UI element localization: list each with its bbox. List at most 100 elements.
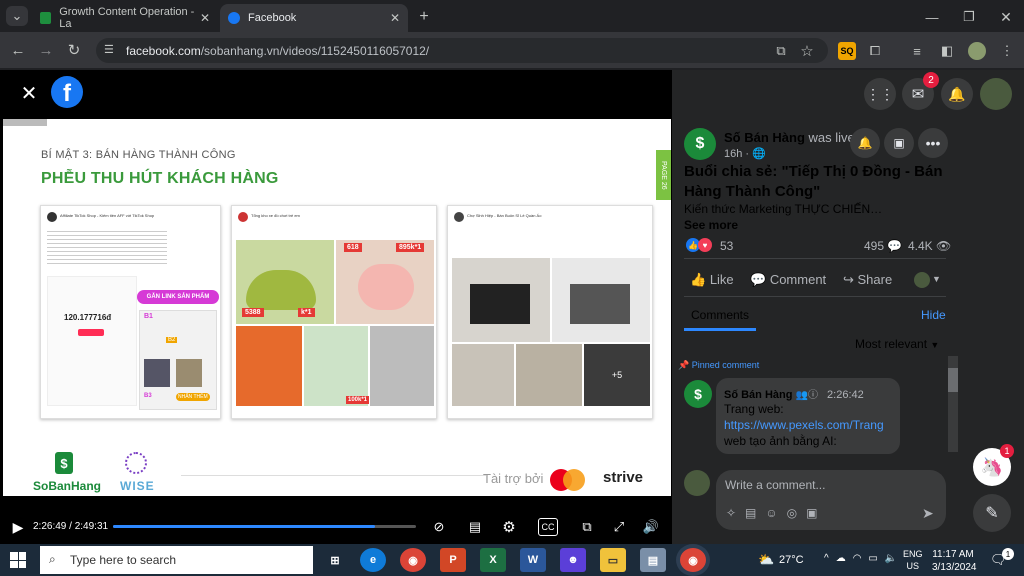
- new-message-icon[interactable]: ✎: [973, 494, 1011, 532]
- composer-tools[interactable]: ✧▤☺◎▣: [726, 506, 826, 520]
- tab-search-icon[interactable]: ⌄: [6, 6, 28, 26]
- language-indicator[interactable]: ENG US: [903, 548, 923, 572]
- powerpoint-icon[interactable]: P: [440, 548, 466, 572]
- post-card-clothes: Chợ Sỉnh Hiệp - Bán Buôn Sỉ Lẻ Quần Áo +…: [447, 205, 653, 419]
- tab-title: Facebook: [248, 12, 297, 24]
- view-count: 4.4K 👁: [908, 239, 952, 253]
- profile-avatar[interactable]: [968, 42, 986, 60]
- weather-icon[interactable]: ⛅: [758, 552, 774, 568]
- chrome-menu-icon[interactable]: ⋮: [998, 42, 1016, 60]
- side-panel-icon[interactable]: ◧: [938, 42, 956, 60]
- scrollbar[interactable]: [948, 356, 958, 452]
- progress-fill: [113, 525, 376, 528]
- extension-icon[interactable]: SQ: [838, 42, 856, 60]
- see-more-link[interactable]: See more: [684, 218, 738, 232]
- minimize-icon[interactable]: —: [920, 8, 944, 26]
- search-icon: ⌕: [49, 552, 56, 566]
- bookmark-star-icon[interactable]: ☆: [798, 42, 816, 60]
- sort-dropdown[interactable]: Most relevant ▼: [855, 337, 939, 351]
- price-tag: k*1: [298, 308, 315, 317]
- pinned-label: 📌 Pinned comment: [678, 360, 760, 370]
- post-author: Tổng kho xe đồ chơi trẻ em: [251, 213, 300, 218]
- tab-comments[interactable]: Comments: [691, 308, 749, 322]
- edge-icon[interactable]: e: [360, 548, 386, 572]
- close-video-icon[interactable]: ✕: [18, 82, 40, 105]
- commenter-name[interactable]: Số Bán Hàng: [724, 389, 792, 401]
- fullscreen-icon[interactable]: ⤢: [610, 518, 628, 536]
- share-button[interactable]: ↪ Share: [843, 272, 892, 288]
- windows-start-icon[interactable]: [10, 552, 26, 568]
- account-avatar[interactable]: [980, 78, 1012, 110]
- comment-button[interactable]: 💬 Comment: [750, 272, 826, 288]
- product-img: [176, 359, 202, 387]
- close-window-icon[interactable]: ✕: [994, 8, 1018, 26]
- reaction-count[interactable]: 53: [720, 239, 733, 253]
- notifications-bell-icon[interactable]: 🔔: [941, 78, 973, 110]
- play-icon[interactable]: ▶: [10, 518, 26, 536]
- clip-icon[interactable]: ▤: [466, 518, 484, 536]
- excel-icon[interactable]: X: [480, 548, 506, 572]
- word-icon[interactable]: W: [520, 548, 546, 572]
- captions-icon[interactable]: CC: [538, 518, 558, 536]
- reload-icon[interactable]: ↻: [64, 40, 84, 60]
- hide-button[interactable]: Hide: [921, 308, 946, 322]
- clock[interactable]: 11:17 AM 3/13/2024: [932, 548, 977, 574]
- site-info-icon[interactable]: ☰: [104, 43, 114, 56]
- new-tab-button[interactable]: +: [414, 8, 434, 26]
- time-display: 2:26:49 / 2:49:31: [33, 521, 109, 532]
- toy-img-scooter: [336, 240, 434, 324]
- commenter-avatar[interactable]: $: [684, 380, 712, 408]
- temperature[interactable]: 27°C: [779, 554, 804, 566]
- love-reaction-icon: ♥: [698, 238, 712, 252]
- cast-icon[interactable]: ⧉: [772, 42, 790, 60]
- chrome-icon[interactable]: ◉: [400, 548, 426, 572]
- like-button[interactable]: 👍 Like: [690, 272, 734, 288]
- teams-icon[interactable]: ☻: [560, 548, 586, 572]
- more-photos: +5: [584, 344, 650, 406]
- slide-heading-small: BÍ MẬT 3: BÁN HÀNG THÀNH CÔNG: [41, 149, 236, 161]
- extensions-puzzle-icon[interactable]: ⧠: [866, 42, 884, 60]
- more-options-icon[interactable]: •••: [918, 128, 948, 158]
- comment-count[interactable]: 495 💬: [864, 239, 902, 253]
- share-as-avatar[interactable]: [914, 272, 930, 288]
- tab-search-list-icon[interactable]: ≡: [908, 42, 926, 60]
- comment-input[interactable]: Write a comment...: [725, 478, 825, 492]
- chevron-down-icon[interactable]: ▼: [932, 274, 941, 284]
- my-avatar: [684, 470, 710, 496]
- task-view-icon[interactable]: ⊞: [322, 548, 348, 572]
- comment-composer[interactable]: Write a comment... ✧▤☺◎▣ ➤: [716, 470, 946, 530]
- back-icon[interactable]: ←: [8, 40, 28, 60]
- chrome-active-icon[interactable]: ◉: [680, 548, 706, 572]
- page-avatar[interactable]: $: [684, 128, 716, 160]
- progress-track[interactable]: [113, 525, 416, 528]
- restore-icon[interactable]: ❐: [957, 8, 981, 26]
- pip-icon[interactable]: ⧉: [578, 518, 596, 536]
- post-description: Kiến thức Marketing THỰC CHIẾN…: [684, 202, 883, 216]
- close-tab-icon[interactable]: ✕: [390, 11, 400, 25]
- comment-time: 2:26:42: [827, 389, 864, 401]
- facebook-logo-icon[interactable]: f: [51, 76, 83, 108]
- forward-icon[interactable]: →: [36, 40, 56, 60]
- volume-icon[interactable]: 🔊: [642, 518, 660, 536]
- page-name[interactable]: Số Bán Hàng: [724, 130, 805, 145]
- tray-icons[interactable]: ^☁◠▭🔈: [824, 553, 904, 564]
- send-icon[interactable]: ➤: [922, 505, 934, 522]
- chat-badge: 1: [1000, 444, 1014, 458]
- comment-line: web tạo ảnh bằng AI:: [724, 434, 837, 448]
- save-icon[interactable]: ▣: [884, 128, 914, 158]
- post-title: Buổi chia sẻ: "Tiếp Thị 0 Đồng - Bán Hàn…: [684, 163, 943, 200]
- comment-link[interactable]: https://www.pexels.com/Trang: [724, 418, 884, 432]
- menu-grid-icon[interactable]: ⋮⋮: [864, 78, 896, 110]
- red-button: [78, 329, 104, 336]
- link-icon[interactable]: ⊘: [430, 518, 448, 536]
- phone-screen-2: B1 B2 B3 NHẤN THÊM: [139, 310, 217, 410]
- app-icon[interactable]: ▤: [640, 548, 666, 572]
- address-bar[interactable]: ☰ facebook.com/sobanhang.vn/videos/11524…: [96, 38, 828, 63]
- file-explorer-icon[interactable]: ▭: [600, 548, 626, 572]
- taskbar-search[interactable]: ⌕ Type here to search: [40, 546, 313, 574]
- settings-gear-icon[interactable]: ⚙: [500, 518, 518, 536]
- close-tab-icon[interactable]: ✕: [200, 11, 210, 25]
- tab-facebook[interactable]: Facebook ✕: [220, 4, 408, 32]
- bell-icon[interactable]: 🔔: [850, 128, 880, 158]
- tab-growth[interactable]: Growth Content Operation - La ✕: [32, 4, 218, 32]
